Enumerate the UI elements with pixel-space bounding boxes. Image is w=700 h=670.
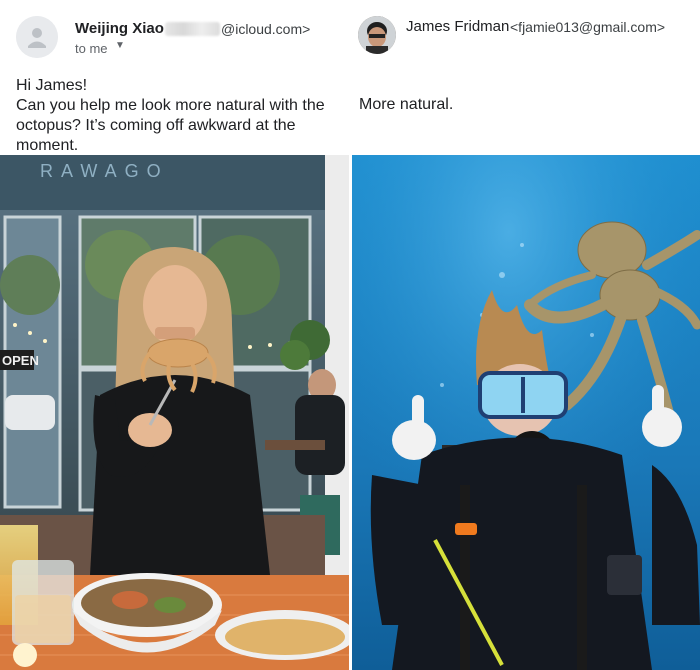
person-avatar-icon: [16, 16, 58, 58]
email-body: More natural.: [359, 96, 454, 113]
recipient-label[interactable]: to me: [75, 41, 108, 56]
open-sign: OPEN: [2, 353, 39, 368]
window-lettering: RAWAGO: [40, 161, 169, 181]
underwater-photo: [352, 155, 700, 670]
sender-avatar[interactable]: [358, 16, 396, 54]
redacted-address: [165, 22, 220, 36]
body-line: moment.: [16, 137, 79, 154]
sender-avatar[interactable]: [16, 16, 58, 58]
right-email-panel: James Fridman <fjamie013@gmail.com> More…: [352, 0, 700, 670]
body-line: Can you help me look more natural with t…: [16, 97, 325, 114]
email-body: Hi James! Can you help me look more natu…: [16, 76, 346, 156]
sender-address: @icloud.com>: [221, 21, 311, 37]
profile-photo-icon: [358, 16, 396, 54]
greeting-line: Hi James!: [16, 77, 88, 94]
chevron-down-icon[interactable]: ▼: [115, 40, 125, 51]
restaurant-scene-image: RAWAGO OPEN: [0, 155, 349, 670]
restaurant-photo: RAWAGO OPEN: [0, 155, 349, 670]
left-email-panel: Weijing Xiao @icloud.com> to me ▼ Hi Jam…: [0, 0, 349, 670]
sender-name[interactable]: Weijing Xiao: [75, 20, 164, 37]
diver-octopus-image: [352, 155, 700, 670]
sender-name[interactable]: James Fridman: [406, 18, 509, 35]
body-line: octopus? It’s coming off awkward at the: [16, 117, 296, 134]
sender-address: <fjamie013@gmail.com>: [510, 19, 666, 35]
